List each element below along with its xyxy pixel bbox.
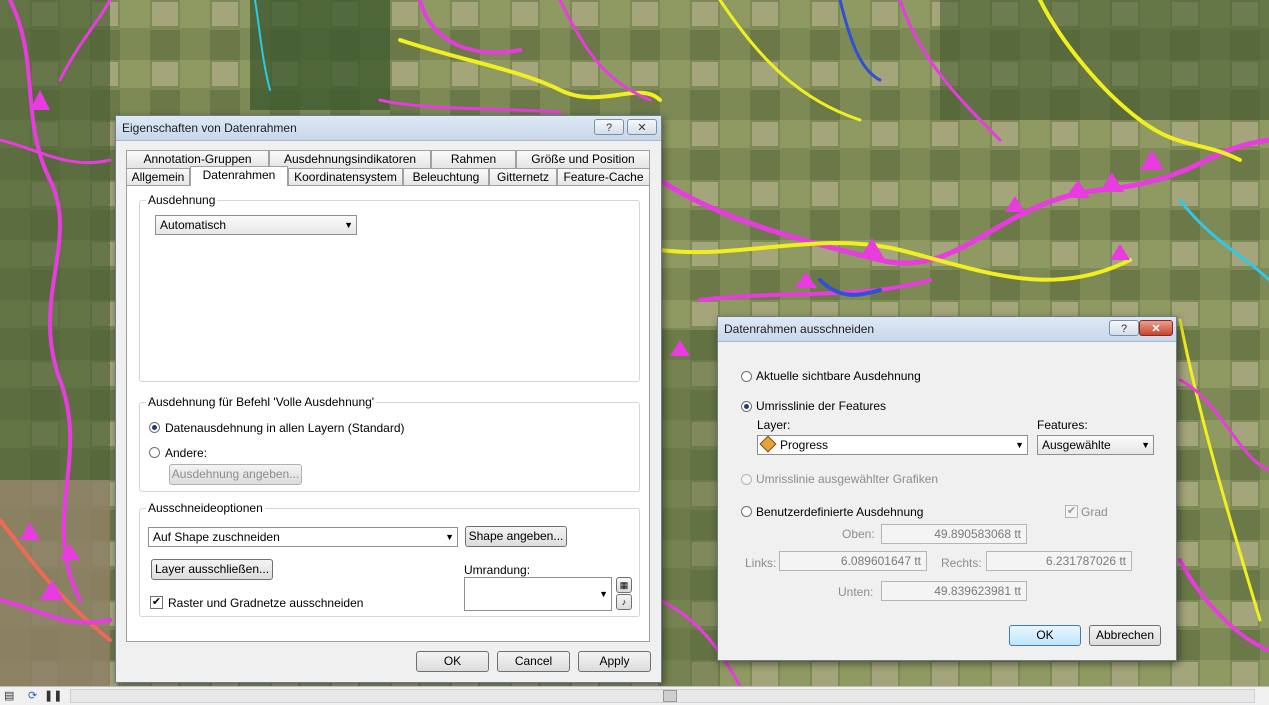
extent-group-label: Ausdehnung — [146, 193, 218, 207]
dialog-title: Eigenschaften von Datenrahmen — [122, 121, 297, 135]
cancel-button[interactable]: Abbrechen — [1089, 625, 1161, 646]
layer-dropdown[interactable]: Progress ▼ — [757, 435, 1028, 455]
radio-feature-outline[interactable] — [741, 401, 752, 412]
full-extent-group-label: Ausdehnung für Befehl 'Volle Ausdehnung' — [146, 395, 377, 409]
top-label: Oben: — [842, 527, 875, 541]
pause-icon[interactable]: ❚❚ — [44, 689, 62, 702]
radio-visible-extent[interactable] — [741, 371, 752, 382]
layer-dropdown-value: Progress — [780, 438, 829, 452]
border-properties-icon[interactable]: ♪ — [616, 594, 632, 610]
close-button[interactable]: ✕ — [627, 119, 657, 135]
help-button[interactable]: ? — [1109, 320, 1139, 336]
extent-dropdown[interactable]: Automatisch ▼ — [155, 215, 357, 235]
border-dropdown[interactable]: ▼ — [464, 577, 612, 611]
clip-grids-checkbox[interactable]: ✔ — [150, 596, 163, 609]
bottom-value-field[interactable]: 49.839623981 tt — [881, 581, 1027, 601]
dialog-titlebar[interactable]: Eigenschaften von Datenrahmen ? ✕ — [116, 116, 661, 141]
border-selector-icon[interactable]: ▦ — [616, 577, 632, 593]
features-dropdown[interactable]: Ausgewählte ▼ — [1037, 435, 1154, 455]
scrollbar-thumb[interactable] — [663, 690, 677, 702]
status-bar: ▤ ⟳ ❚❚ — [0, 686, 1269, 705]
radio-feature-outline-label: Umrisslinie der Features — [756, 399, 887, 413]
radio-custom-extent-label: Benutzerdefinierte Ausdehnung — [756, 505, 924, 519]
right-label: Rechts: — [941, 556, 982, 570]
exclude-layers-button[interactable]: Layer ausschließen... — [151, 559, 273, 580]
tab-data-frame[interactable]: Datenrahmen — [190, 166, 288, 186]
specify-shape-button[interactable]: Shape angeben... — [465, 526, 567, 547]
chevron-down-icon: ▼ — [344, 220, 353, 230]
radio-other-extent[interactable] — [149, 447, 160, 458]
cancel-button[interactable]: Cancel — [497, 651, 570, 672]
tab-feature-cache[interactable]: Feature-Cache — [557, 168, 650, 186]
data-frame-tab-panel: Ausdehnung Automatisch ▼ Ausdehnung für … — [126, 185, 650, 642]
radio-visible-extent-label: Aktuelle sichtbare Ausdehnung — [756, 369, 921, 383]
tab-general[interactable]: Allgemein — [126, 168, 190, 186]
right-value-field[interactable]: 6.231787026 tt — [986, 551, 1132, 571]
tab-frame[interactable]: Rahmen — [431, 150, 516, 168]
clip-shape-dropdown-value: Auf Shape zuschneiden — [153, 530, 280, 544]
top-value-field[interactable]: 49.890583068 tt — [881, 524, 1027, 544]
tab-row-2: Allgemein Datenrahmen Koordinatensystem … — [126, 166, 650, 186]
chevron-down-icon: ▼ — [1141, 440, 1150, 450]
tab-illumination[interactable]: Beleuchtung — [403, 168, 489, 186]
data-frame-properties-dialog: Eigenschaften von Datenrahmen ? ✕ Annota… — [115, 115, 662, 683]
layout-view-icon[interactable]: ▤ — [4, 689, 14, 702]
clip-options-group: Ausschneideoptionen Auf Shape zuschneide… — [139, 501, 640, 617]
ok-button[interactable]: OK — [1009, 625, 1081, 646]
horizontal-scrollbar[interactable] — [70, 689, 1255, 703]
help-button[interactable]: ? — [594, 119, 624, 135]
refresh-icon[interactable]: ⟳ — [28, 689, 37, 702]
clip-shape-dropdown[interactable]: Auf Shape zuschneiden ▼ — [148, 527, 458, 547]
extent-group: Ausdehnung Automatisch ▼ — [139, 193, 640, 382]
extent-dropdown-value: Automatisch — [160, 218, 227, 232]
chevron-down-icon: ▼ — [445, 532, 454, 542]
full-extent-group: Ausdehnung für Befehl 'Volle Ausdehnung'… — [139, 395, 640, 492]
features-dropdown-value: Ausgewählte — [1042, 438, 1111, 452]
ok-button[interactable]: OK — [416, 651, 489, 672]
radio-data-extent-label: Datenausdehnung in allen Layern (Standar… — [165, 421, 405, 435]
tab-extent-indicators[interactable]: Ausdehnungsindikatoren — [269, 150, 431, 168]
clip-options-group-label: Ausschneideoptionen — [146, 501, 265, 515]
left-label: Links: — [745, 556, 777, 570]
tab-grid[interactable]: Gitternetz — [489, 168, 557, 186]
radio-custom-extent[interactable] — [741, 506, 752, 517]
dialog-title: Datenrahmen ausschneiden — [724, 322, 875, 336]
layer-label: Layer: — [757, 418, 791, 432]
dialog-titlebar[interactable]: Datenrahmen ausschneiden ? ✕ — [718, 317, 1176, 342]
left-value-field[interactable]: 6.089601647 tt — [779, 551, 927, 571]
radio-graphics-outline-label: Umrisslinie ausgewählter Grafiken — [756, 472, 939, 486]
radio-data-extent-all-layers[interactable] — [149, 422, 160, 433]
layer-diamond-icon — [759, 435, 777, 453]
clip-grids-label: Raster und Gradnetze ausschneiden — [168, 596, 364, 610]
degree-label: Grad — [1081, 505, 1108, 519]
bottom-label: Unten: — [838, 585, 874, 599]
radio-graphics-outline[interactable] — [741, 474, 752, 485]
tab-size-position[interactable]: Größe und Position — [516, 150, 650, 168]
apply-button[interactable]: Apply — [578, 651, 651, 672]
close-button[interactable]: ✕ — [1139, 320, 1173, 336]
chevron-down-icon: ▼ — [1015, 440, 1024, 450]
chevron-down-icon: ▼ — [599, 589, 608, 599]
tab-coordinate-system[interactable]: Koordinatensystem — [288, 168, 403, 186]
border-label: Umrandung: — [464, 563, 531, 577]
degree-checkbox[interactable]: ✔ — [1065, 505, 1078, 518]
features-label: Features: — [1037, 418, 1088, 432]
specify-extent-button[interactable]: Ausdehnung angeben... — [169, 464, 302, 485]
radio-other-label: Andere: — [165, 446, 208, 460]
clip-data-frame-dialog: Datenrahmen ausschneiden ? ✕ Aktuelle si… — [717, 316, 1177, 661]
